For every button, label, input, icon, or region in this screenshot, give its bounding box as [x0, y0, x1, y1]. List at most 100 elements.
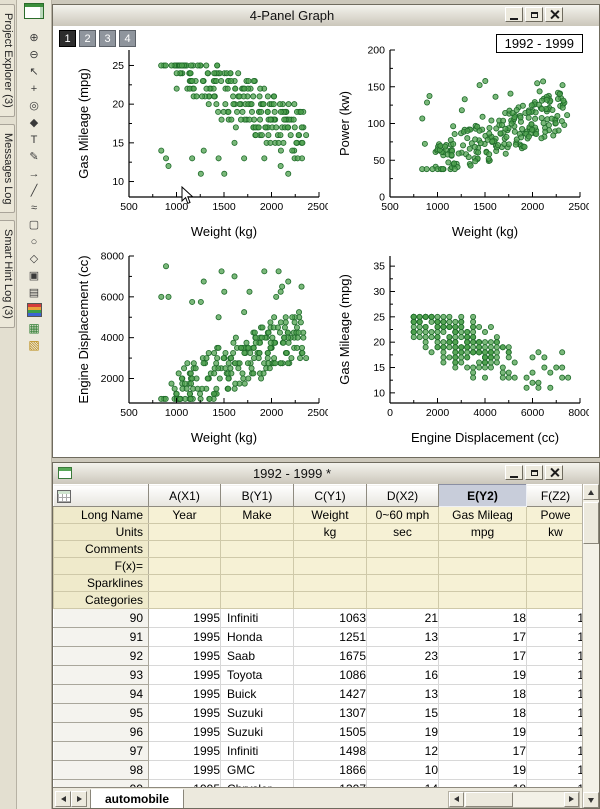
- header-cell[interactable]: [149, 575, 221, 592]
- table-cell[interactable]: 1995: [149, 723, 221, 742]
- header-cell[interactable]: [149, 524, 221, 541]
- table-cell[interactable]: Buick: [221, 685, 294, 704]
- header-cell[interactable]: [294, 541, 367, 558]
- table-cell[interactable]: Suzuki: [221, 723, 294, 742]
- column-header-f-z2[interactable]: F(Z2): [527, 485, 583, 507]
- column-header-e-y2[interactable]: E(Y2): [439, 485, 527, 507]
- data-selector-icon[interactable]: ◆: [23, 114, 45, 131]
- column-header-d-x2[interactable]: D(X2): [367, 485, 439, 507]
- data-reader-icon[interactable]: ◎: [23, 97, 45, 114]
- header-cell[interactable]: [149, 592, 221, 609]
- header-cell[interactable]: [294, 558, 367, 575]
- table-cell[interactable]: 1: [527, 685, 583, 704]
- sheet-tab-automobile[interactable]: automobile: [90, 789, 184, 809]
- table-cell[interactable]: 15: [367, 704, 439, 723]
- horizontal-scrollbar[interactable]: [448, 791, 580, 808]
- table-cell[interactable]: 1: [527, 780, 583, 788]
- scroll-up-button[interactable]: [583, 484, 599, 500]
- restore-button[interactable]: [525, 465, 543, 480]
- restore-button[interactable]: [525, 7, 543, 22]
- table-cell[interactable]: Chrysler: [221, 780, 294, 788]
- table-cell[interactable]: Infiniti: [221, 609, 294, 628]
- row-header-99[interactable]: 99: [54, 780, 149, 788]
- header-cell[interactable]: sec: [367, 524, 439, 541]
- header-cell[interactable]: kw: [527, 524, 583, 541]
- dock-tab-smart-hint-log-3[interactable]: Smart Hint Log (3): [0, 220, 15, 328]
- table-cell[interactable]: 1498: [294, 742, 367, 761]
- header-cell[interactable]: [221, 575, 294, 592]
- header-cell[interactable]: [527, 558, 583, 575]
- dock-tab-project-explorer-3[interactable]: Project Explorer (3): [0, 4, 15, 117]
- table-cell[interactable]: 18: [439, 609, 527, 628]
- row-header-96[interactable]: 96: [54, 723, 149, 742]
- header-cell[interactable]: [294, 575, 367, 592]
- sheet-tab-scroll-right-button[interactable]: [71, 791, 87, 807]
- palette-icon[interactable]: [27, 303, 42, 317]
- table-cell[interactable]: Toyota: [221, 666, 294, 685]
- table-cell[interactable]: Honda: [221, 628, 294, 647]
- header-cell[interactable]: [221, 524, 294, 541]
- table-cell[interactable]: Saab: [221, 647, 294, 666]
- table-cell[interactable]: 1063: [294, 609, 367, 628]
- table-cell[interactable]: 1: [527, 723, 583, 742]
- table-cell[interactable]: 1: [527, 647, 583, 666]
- header-cell[interactable]: [367, 541, 439, 558]
- table-cell[interactable]: 1: [527, 628, 583, 647]
- row-header-92[interactable]: 92: [54, 647, 149, 666]
- table-cell[interactable]: 18: [439, 685, 527, 704]
- table-cell[interactable]: 13: [367, 628, 439, 647]
- table-cell[interactable]: 1995: [149, 647, 221, 666]
- header-cell[interactable]: Make: [221, 507, 294, 524]
- table-cell[interactable]: 17: [439, 647, 527, 666]
- table-cell[interactable]: 18: [439, 780, 527, 788]
- zoom-out-icon[interactable]: ⊖: [23, 46, 45, 63]
- text-icon[interactable]: T: [23, 131, 45, 148]
- table-cell[interactable]: 1307: [294, 780, 367, 788]
- dock-tab-messages-log[interactable]: Messages Log: [0, 124, 15, 214]
- header-cell[interactable]: [527, 541, 583, 558]
- horizontal-scroll-track[interactable]: [464, 792, 564, 807]
- row-header-91[interactable]: 91: [54, 628, 149, 647]
- table-cell[interactable]: Infiniti: [221, 742, 294, 761]
- table-cell[interactable]: 1251: [294, 628, 367, 647]
- matrix-icon[interactable]: ▤: [23, 284, 45, 301]
- row-header-98[interactable]: 98: [54, 761, 149, 780]
- table-cell[interactable]: 19: [367, 723, 439, 742]
- graph-window-titlebar[interactable]: 4-Panel Graph: [53, 5, 599, 27]
- row-header-93[interactable]: 93: [54, 666, 149, 685]
- header-cell[interactable]: kg: [294, 524, 367, 541]
- row-header-sparklines[interactable]: Sparklines: [54, 575, 149, 592]
- close-button[interactable]: [545, 7, 563, 22]
- header-cell[interactable]: [221, 558, 294, 575]
- minimize-button[interactable]: [505, 7, 523, 22]
- row-header-95[interactable]: 95: [54, 704, 149, 723]
- sheet-tab-scroll-left-button[interactable]: [55, 791, 71, 807]
- arrow-icon[interactable]: →: [23, 165, 45, 182]
- row-header-90[interactable]: 90: [54, 609, 149, 628]
- table-cell[interactable]: 1086: [294, 666, 367, 685]
- column-header-a-x1[interactable]: A(X1): [149, 485, 221, 507]
- table-cell[interactable]: 14: [367, 780, 439, 788]
- row-header-comments[interactable]: Comments: [54, 541, 149, 558]
- graph-gallery-icon[interactable]: ▦: [23, 319, 45, 336]
- circle-icon[interactable]: ○: [23, 233, 45, 250]
- table-cell[interactable]: 19: [439, 761, 527, 780]
- rectangle-icon[interactable]: ▢: [23, 216, 45, 233]
- table-cell[interactable]: 18: [439, 704, 527, 723]
- table-cell[interactable]: 17: [439, 742, 527, 761]
- header-cell[interactable]: mpg: [439, 524, 527, 541]
- layer-button-1[interactable]: 1: [59, 30, 76, 47]
- header-cell[interactable]: [367, 558, 439, 575]
- header-cell[interactable]: [439, 541, 527, 558]
- header-cell[interactable]: [294, 592, 367, 609]
- table-cell[interactable]: 1995: [149, 666, 221, 685]
- table-cell[interactable]: 1866: [294, 761, 367, 780]
- table-cell[interactable]: 17: [439, 628, 527, 647]
- table-cell[interactable]: GMC: [221, 761, 294, 780]
- header-cell[interactable]: [221, 592, 294, 609]
- header-cell[interactable]: [221, 541, 294, 558]
- region-icon[interactable]: ▣: [23, 267, 45, 284]
- table-cell[interactable]: 1307: [294, 704, 367, 723]
- table-cell[interactable]: 1995: [149, 704, 221, 723]
- table-cell[interactable]: 1995: [149, 742, 221, 761]
